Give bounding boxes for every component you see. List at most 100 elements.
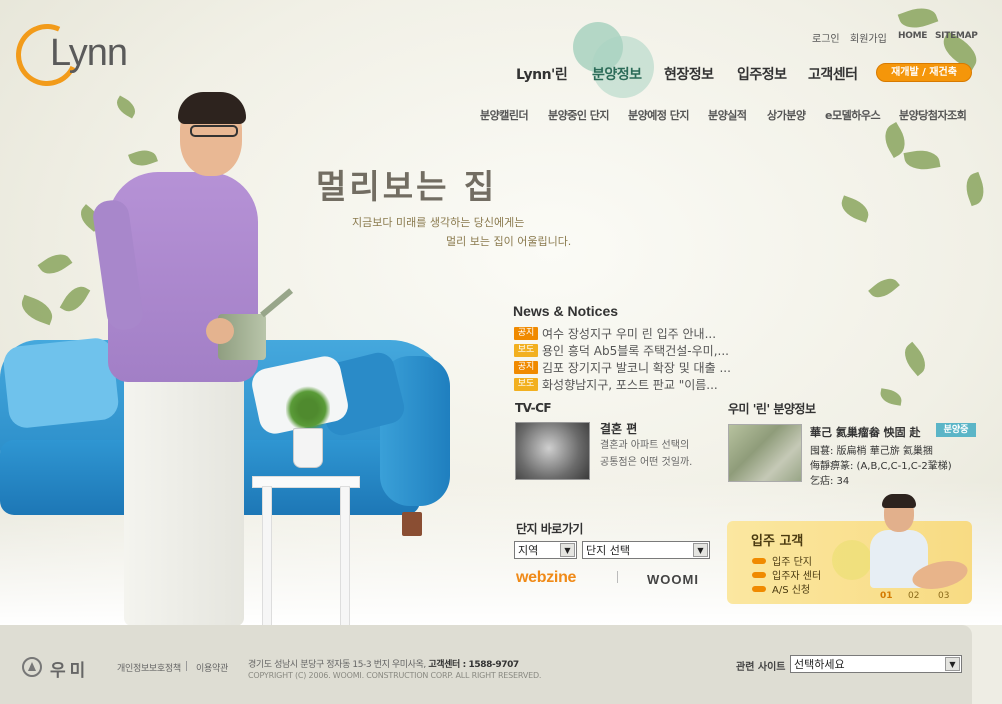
copyright: COPYRIGHT (C) 2006. WOOMI. CONSTRUCTION … — [248, 671, 542, 680]
submenu-on-sale[interactable]: 분양중인 단지 — [548, 107, 610, 123]
sale-blocks: 侮靜痹篆: (A,B,C,C-1,C-2鞏梯) — [810, 461, 952, 472]
news-item[interactable]: 보도 용인 흥덕 Ab5블록 주택건설-우미,... — [514, 342, 744, 358]
submenu-e-model-house[interactable]: e모델하우스 — [825, 107, 881, 123]
terms-link[interactable]: 이용약관 — [196, 661, 228, 674]
privacy-policy-link[interactable]: 개인정보보호정책 — [117, 661, 181, 674]
resident-item-label: A/S 신청 — [772, 585, 811, 596]
press-badge: 보도 — [514, 377, 538, 391]
lynn-logo[interactable]: Lynn — [7, 15, 146, 95]
vine-leaf — [898, 341, 932, 377]
page-indicator-2[interactable]: 02 — [908, 591, 919, 601]
gnb-customer-center[interactable]: 고객센터 — [808, 64, 858, 84]
woomi-logo-icon — [22, 657, 42, 677]
vine-leaf — [112, 95, 140, 119]
bullet-icon — [752, 571, 766, 578]
potted-plant — [286, 386, 330, 432]
bullet-icon — [752, 585, 766, 592]
tvcf-title: TV-CF — [515, 401, 552, 415]
resident-complex-link[interactable]: 입주 단지 — [752, 553, 812, 568]
news-text: 용인 흥덕 Ab5블록 주택건설-우미,... — [542, 343, 729, 358]
sale-location: 囤葚: 版扁梢 華己旂 氦巢捆 — [810, 446, 933, 457]
notice-badge: 공지 — [514, 326, 538, 340]
vine-leaf — [897, 2, 939, 34]
as-request-link[interactable]: A/S 신청 — [752, 581, 810, 596]
region-select[interactable]: 지역 ▼ — [514, 541, 577, 559]
divider — [617, 571, 618, 583]
gnb-move-in-info[interactable]: 입주정보 — [737, 64, 787, 84]
tvcf-desc: 공통점은 어떤 것일까. — [600, 457, 693, 468]
on-sale-badge: 분양중 — [936, 423, 976, 437]
complex-aerial-thumbnail[interactable] — [728, 424, 802, 482]
notice-badge: 공지 — [514, 360, 538, 374]
footer-address: 경기도 성남시 분당구 정자동 15-3 번지 우미사옥, 고객센터 : 158… — [248, 657, 519, 670]
vine-leaf — [37, 248, 73, 280]
news-text: 김포 장기지구 발코니 확장 및 대출 ... — [542, 360, 731, 375]
hero-subline-1: 지금보다 미래를 생각하는 당신에게는 — [352, 216, 525, 229]
vine-leaf — [961, 171, 989, 207]
resident-item-label: 입주자 센터 — [772, 571, 822, 582]
news-item[interactable]: 보도 화성향남지구, 포스트 판교 "이름... — [514, 376, 744, 392]
join-link[interactable]: 회원가입 — [850, 30, 887, 45]
logo-text: Lynn — [50, 32, 128, 74]
sofa-leg — [402, 512, 422, 536]
news-title[interactable]: News & Notices — [513, 303, 618, 319]
submenu-commercial[interactable]: 상가분양 — [767, 107, 806, 123]
resident-center-link[interactable]: 입주자 센터 — [752, 567, 821, 582]
gnb-lynn[interactable]: Lynn'린 — [516, 64, 568, 84]
model-pants — [124, 370, 244, 625]
submenu-calendar[interactable]: 분양캘린더 — [480, 107, 529, 123]
related-sites-select[interactable]: 선택하세요 ▼ — [790, 655, 962, 673]
customer-center-phone: 고객센터 : 1588-9707 — [428, 660, 519, 670]
news-item[interactable]: 공지 김포 장기지구 발코니 확장 및 대출 ... — [514, 359, 744, 375]
complex-select-value: 단지 선택 — [586, 544, 630, 557]
news-item[interactable]: 공지 여수 장성지구 우미 린 입주 안내... — [514, 325, 744, 341]
rebuild-button[interactable]: 재개발 / 재건축 — [876, 63, 972, 82]
gnb-site-info[interactable]: 현장정보 — [664, 64, 714, 84]
related-sites-value: 선택하세요 — [794, 658, 845, 671]
side-table-leg — [340, 486, 350, 625]
address-text: 경기도 성남시 분당구 정자동 15-3 번지 우미사옥, — [248, 660, 426, 670]
gnb-sale-info[interactable]: 분양정보 — [592, 64, 642, 84]
page-indicator-1[interactable]: 01 — [880, 591, 893, 601]
model-hand — [206, 318, 234, 344]
page-indicator-3[interactable]: 03 — [938, 591, 949, 601]
chevron-down-icon: ▼ — [693, 543, 708, 557]
woomi-link[interactable]: WOOMI — [647, 572, 699, 587]
submenu-upcoming[interactable]: 분양예정 단지 — [628, 107, 690, 123]
sitemap-link[interactable]: SITEMAP — [935, 31, 978, 41]
submenu-winners[interactable]: 분양당첨자조회 — [899, 107, 967, 123]
divider — [186, 661, 187, 671]
vine-leaf — [868, 272, 900, 304]
news-text: 여수 장성지구 우미 린 입주 안내... — [542, 326, 717, 341]
shortcut-title: 단지 바로가기 — [516, 522, 583, 536]
tvcf-desc: 결혼과 아파트 선택의 — [600, 440, 690, 451]
model-glasses — [190, 125, 238, 137]
sale-info-title: 우미 '린' 분양정보 — [728, 402, 816, 416]
main-visual: Lynn 로그인 회원가입 HOME SITEMAP Lynn'린 분양정보 현… — [0, 0, 1002, 625]
hero-subline-2: 멀리 보는 집이 어울립니다. — [446, 235, 572, 248]
watering-can-spout — [260, 288, 294, 318]
region-select-value: 지역 — [518, 544, 539, 557]
resident-title: 입주 고객 — [751, 534, 804, 549]
resident-item-label: 입주 단지 — [772, 557, 812, 568]
tvcf-thumbnail[interactable] — [515, 422, 590, 480]
submenu-results[interactable]: 분양실적 — [708, 107, 747, 123]
vine-leaf — [878, 388, 904, 406]
login-link[interactable]: 로그인 — [812, 30, 840, 45]
model-hair — [178, 92, 246, 124]
tvcf-headline[interactable]: 결혼 편 — [600, 420, 637, 437]
sale-complex-name[interactable]: 華己 氦巢瘤畚 怏固 赴 — [810, 424, 921, 440]
plant-pot — [293, 428, 323, 468]
cushion — [2, 336, 120, 430]
vine-leaf — [837, 195, 873, 223]
sale-units: 乞痁: 34 — [810, 476, 850, 487]
side-table-leg — [262, 486, 272, 625]
press-badge: 보도 — [514, 343, 538, 357]
home-link[interactable]: HOME — [898, 31, 927, 41]
vine-leaf — [128, 146, 158, 170]
vine-leaf — [903, 147, 941, 173]
vine-leaf — [17, 294, 57, 326]
webzine-link[interactable]: webzine — [516, 569, 576, 587]
footer-logo-text: 우미 — [50, 661, 90, 681]
complex-select[interactable]: 단지 선택 ▼ — [582, 541, 710, 559]
